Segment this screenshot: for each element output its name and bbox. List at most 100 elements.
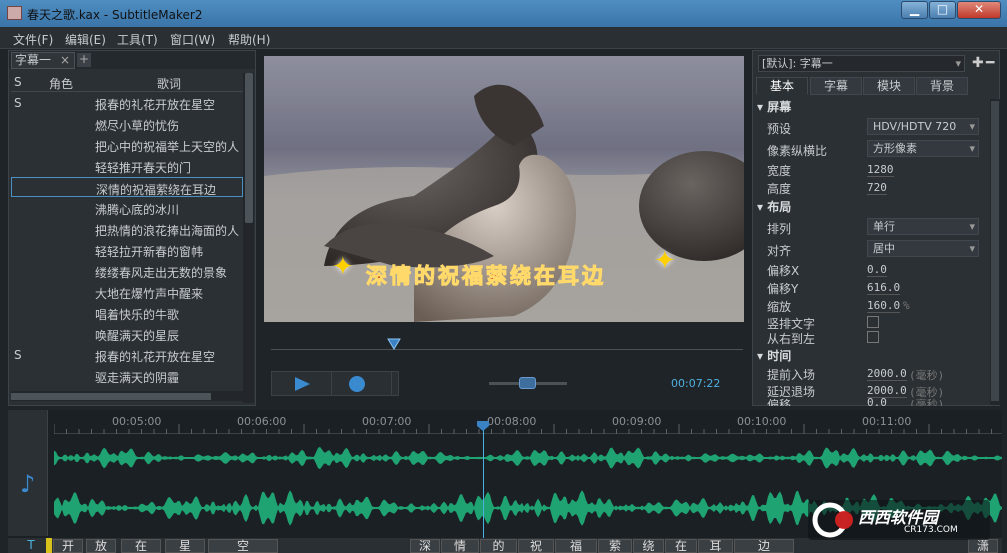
clipped-row: 偏移 0.0 (毫秒) (753, 398, 989, 406)
subtitle-cue[interactable]: 萦 (598, 539, 632, 553)
width-field[interactable]: 1280 (867, 163, 894, 177)
scale-field[interactable]: 160.0 (867, 299, 901, 313)
exit-field[interactable]: 2000.0 (867, 384, 907, 398)
col-role[interactable]: 角色 (49, 75, 73, 92)
preset-value: [默认]: 字幕一 (762, 57, 833, 70)
tick-label: 00:11:00 (862, 415, 912, 428)
list-vertical-scrollbar[interactable] (243, 73, 254, 403)
menu-window[interactable]: 窗口(W) (170, 31, 215, 48)
playhead[interactable] (483, 424, 484, 552)
col-lyrics[interactable]: 歌词 (157, 75, 181, 92)
subtitle-cue[interactable]: 空 (208, 539, 278, 553)
chevron-down-icon: ▾ (969, 220, 975, 233)
subtitle-cue[interactable]: 的 (480, 539, 517, 553)
seek-track[interactable] (271, 349, 743, 350)
subtitle-list-panel: 字幕一 × + S 角色 歌词 S 报春的礼花开放在星空 燃尽小草的忧伤把心中的祝福… (8, 50, 256, 406)
subtitle-cue[interactable]: 边 (734, 539, 794, 553)
subtitle-row[interactable]: S 报春的礼花开放在星空 (11, 93, 243, 113)
subtitle-row[interactable]: 驱走满天的阴霾 (11, 366, 243, 386)
subtitle-cue[interactable]: 祝 (518, 539, 554, 553)
menu-file[interactable]: 文件(F) (13, 31, 53, 48)
tab-background[interactable]: 背景 (916, 77, 968, 95)
subtitle-row[interactable]: 深情的祝福萦绕在耳边 (11, 177, 243, 197)
row-lyric: 深情的祝福萦绕在耳边 (96, 183, 217, 197)
offset-field[interactable]: 0.0 (867, 398, 887, 406)
tab-basic[interactable]: 基本 (756, 77, 808, 95)
subtitle-cue[interactable]: 深 (410, 539, 440, 553)
preset-select[interactable]: [默认]: 字幕一 ▾ (758, 55, 965, 72)
tab-close-icon[interactable]: × (60, 53, 70, 68)
close-button[interactable]: ✕ (957, 1, 1001, 19)
time-ruler[interactable]: 00:05:00 00:06:00 00:07:00 00:08:00 00:0… (54, 410, 1002, 434)
play-button[interactable] (272, 372, 332, 396)
subtitle-row[interactable]: 把心中的祝福举上天空的人 (11, 135, 243, 155)
row-s-flag: S (14, 96, 22, 110)
add-tab-button[interactable]: + (77, 53, 91, 67)
maximize-button[interactable]: □ (929, 1, 956, 19)
subtitle-row[interactable]: 轻轻拉开新春的窗帏 (11, 240, 243, 260)
list-horizontal-scrollbar[interactable] (11, 391, 243, 401)
playhead-marker-icon[interactable] (476, 420, 490, 432)
tab-module[interactable]: 模块 (863, 77, 915, 95)
column-header: S 角色 歌词 (11, 73, 243, 92)
subtitle-row[interactable]: 缕缕春风走出无数的景象 (11, 261, 243, 281)
vertical-text-checkbox[interactable] (867, 316, 879, 328)
subtitle-cue[interactable]: 绕 (633, 539, 664, 553)
subtitle-cue[interactable]: 开 (53, 539, 83, 553)
aspect-dropdown[interactable]: 方形像素 ▾ (867, 140, 979, 157)
watermark-logo: 西西软件园 CR173.COM (808, 500, 990, 540)
subtitle-row[interactable]: S 报春的礼花开放在星空 (11, 345, 243, 365)
subtitle-cue[interactable]: 情 (441, 539, 479, 553)
enter-field[interactable]: 2000.0 (867, 367, 907, 381)
subtitle-cue[interactable]: 耳 (698, 539, 733, 553)
subtitle-row[interactable]: 燃尽小草的忧伤 (11, 114, 243, 134)
seek-marker-icon[interactable] (387, 338, 401, 350)
video-preview[interactable]: ✦ ✦ 深情的祝福萦绕在耳边 (264, 56, 744, 322)
tick-label: 00:06:00 (237, 415, 287, 428)
properties-scroll-thumb[interactable] (991, 101, 999, 401)
offset-y-field[interactable]: 616.0 (867, 281, 901, 295)
label-preset: 预设 (767, 122, 792, 136)
subtitle-cue[interactable]: 潇 (968, 539, 998, 553)
volume-slider[interactable] (519, 377, 536, 389)
offset-x-field[interactable]: 0.0 (867, 263, 887, 277)
subtitle-cue[interactable]: 在 (665, 539, 697, 553)
subtitle-cue[interactable]: 放 (86, 539, 116, 553)
row-lyric: 把心中的祝福举上天空的人 (95, 140, 240, 154)
subtitle-row[interactable]: 大地在爆竹声中醒来 (11, 282, 243, 302)
subtitle-cue[interactable]: 星 (165, 539, 205, 553)
enter-unit: (毫秒) (909, 369, 945, 382)
stop-button[interactable] (332, 372, 392, 396)
section-layout[interactable]: ▾ 布局 (757, 198, 791, 215)
subtitle-row[interactable]: 唱着快乐的牛歌 (11, 303, 243, 323)
subtitle-row[interactable]: 唤醒满天的星辰 (11, 324, 243, 344)
subtitle-cue-track: T开放在星空深情的祝福萦绕在耳边潇 (8, 538, 1002, 553)
properties-scrollbar[interactable] (990, 99, 1000, 405)
tab-subtitle[interactable]: 字幕 (810, 77, 862, 95)
menu-edit[interactable]: 编辑(E) (65, 31, 106, 48)
row-lyric: 沸腾心底的冰川 (95, 203, 180, 217)
caption-overlay: ✦ ✦ 深情的祝福萦绕在耳边 (328, 246, 688, 294)
subtitle-cue[interactable]: 福 (555, 539, 597, 553)
subtitle-cue[interactable]: 在 (121, 539, 161, 553)
remove-preset-icon[interactable]: ━ (986, 55, 994, 71)
menu-tools[interactable]: 工具(T) (117, 31, 158, 48)
col-s[interactable]: S (14, 75, 22, 89)
arrange-dropdown[interactable]: 单行 ▾ (867, 218, 979, 235)
hscroll-thumb[interactable] (11, 393, 211, 400)
subtitle-row[interactable]: 轻轻推开春天的门 (11, 156, 243, 176)
minimize-button[interactable]: ▁ (901, 1, 928, 19)
subtitle-row[interactable]: 把热情的浪花捧出海面的人 (11, 219, 243, 239)
subtitle-cue[interactable]: T (16, 539, 46, 553)
section-screen[interactable]: ▾ 屏幕 (757, 98, 791, 115)
align-dropdown[interactable]: 居中 ▾ (867, 240, 979, 257)
subtitle-row[interactable]: 沸腾心底的冰川 (11, 198, 243, 218)
height-field[interactable]: 720 (867, 181, 887, 195)
tab-subtitle-one[interactable]: 字幕一 × (11, 52, 75, 69)
menu-help[interactable]: 帮助(H) (228, 31, 270, 48)
screen-preset-dropdown[interactable]: HDV/HDTV 720 ▾ (867, 118, 979, 135)
add-preset-icon[interactable]: ✚ (972, 55, 984, 71)
rtl-checkbox[interactable] (867, 331, 879, 343)
section-time[interactable]: ▾ 时间 (757, 347, 791, 364)
scroll-thumb[interactable] (245, 73, 253, 223)
